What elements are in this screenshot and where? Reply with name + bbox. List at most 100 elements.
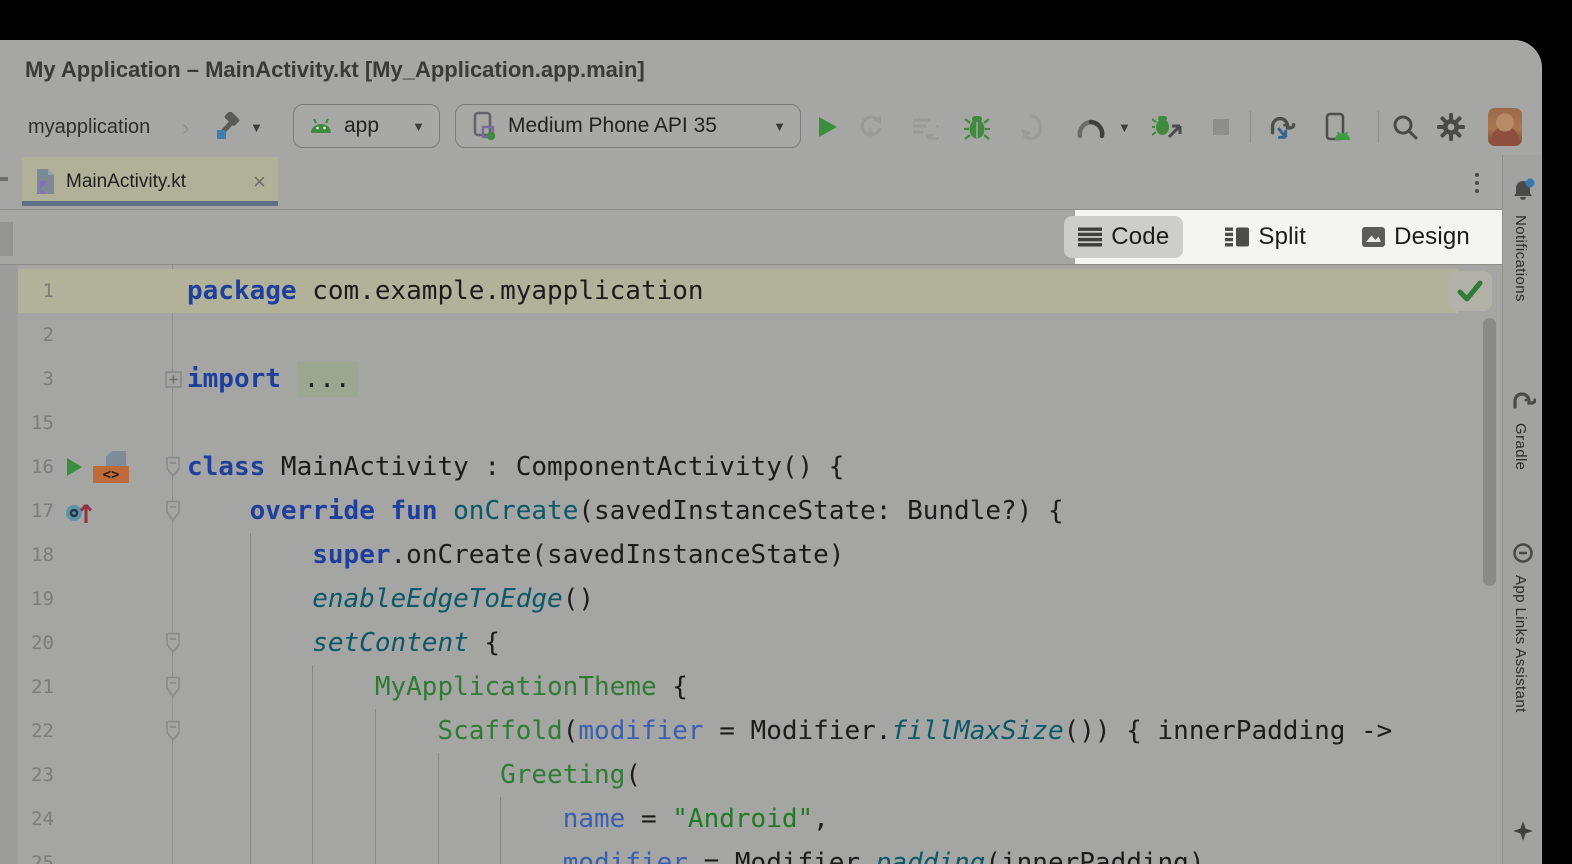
module-caret-icon: ▼ (412, 119, 425, 134)
fold-collapse-icon[interactable] (164, 499, 182, 523)
mode-code-button[interactable]: Code (1064, 216, 1183, 258)
code-editor[interactable]: 1 package com.example.myapplication 23 impo… (0, 264, 1502, 864)
settings-gear-icon[interactable] (1436, 112, 1466, 142)
code-text[interactable]: super.onCreate(savedInstanceState) (187, 533, 844, 577)
notifications-button[interactable] (1510, 177, 1536, 203)
stripe-label-notifications[interactable]: Notifications (1512, 215, 1529, 302)
code-text[interactable]: modifier = Modifier.padding(innerPadding… (187, 841, 1205, 864)
code-view-icon (1078, 227, 1102, 247)
profiler-caret-icon[interactable]: ▼ (1118, 100, 1131, 155)
code-line-20[interactable]: 20 setContent { (0, 621, 1502, 665)
device-phone-icon (470, 111, 498, 141)
mode-design-button[interactable]: Design (1348, 216, 1484, 258)
sync-gradle-icon[interactable] (1266, 112, 1296, 142)
code-text[interactable]: class MainActivity : ComponentActivity()… (187, 445, 844, 489)
title-bar: My Application – MainActivity.kt [My_App… (0, 40, 1542, 100)
fold-expand-icon[interactable] (165, 371, 182, 388)
inspections-ok-widget[interactable] (1448, 271, 1492, 311)
code-line-24[interactable]: 24 name = "Android", (0, 797, 1502, 841)
search-icon[interactable] (1390, 112, 1420, 142)
editor-toolbar: Code Split Design (0, 210, 1502, 264)
line-number[interactable]: 19 (20, 577, 54, 621)
fold-marker[interactable] (160, 621, 186, 665)
line-number[interactable]: 17 (20, 489, 54, 533)
fold-collapse-icon[interactable] (164, 455, 182, 479)
fold-collapse-icon[interactable] (164, 631, 182, 655)
line-number[interactable]: 24 (20, 797, 54, 841)
line-number[interactable]: 23 (20, 753, 54, 797)
code-line-25[interactable]: 25 modifier = Modifier.padding(innerPadd… (0, 841, 1502, 864)
code-line-22[interactable]: 22 Scaffold(modifier = Modifier.fillMaxS… (0, 709, 1502, 753)
code-lines: 1 package com.example.myapplication 23 impo… (0, 269, 1502, 864)
compose-preview-icon[interactable]: <> (93, 451, 129, 483)
code-text[interactable]: override fun onCreate(savedInstanceState… (187, 489, 1064, 533)
line-number[interactable]: 22 (20, 709, 54, 753)
line-number[interactable]: 21 (20, 665, 54, 709)
gradle-button[interactable] (1510, 387, 1536, 413)
fold-marker[interactable] (160, 709, 186, 753)
fold-collapse-icon[interactable] (164, 719, 182, 743)
device-selector[interactable]: Medium Phone API 35 ▼ (455, 104, 801, 148)
fold-marker[interactable] (160, 445, 186, 489)
code-line-23[interactable]: 23 Greeting( (0, 753, 1502, 797)
stripe-label-gradle[interactable]: Gradle (1512, 423, 1529, 470)
line-number[interactable]: 3 (20, 357, 54, 401)
line-number[interactable]: 20 (20, 621, 54, 665)
attach-debugger-icon[interactable] (1016, 112, 1046, 142)
fold-collapse-icon[interactable] (164, 675, 182, 699)
code-text[interactable]: Greeting( (187, 753, 641, 797)
code-text[interactable]: Scaffold(modifier = Modifier.fillMaxSize… (187, 709, 1392, 753)
device-manager-icon[interactable] (1322, 112, 1352, 142)
code-line-21[interactable]: 21 MyApplicationTheme { (0, 665, 1502, 709)
link-icon (1511, 541, 1535, 565)
line-number[interactable]: 16 (20, 445, 54, 489)
line-number[interactable]: 25 (20, 841, 54, 864)
mode-split-button[interactable]: Split (1211, 216, 1320, 258)
svg-text:A: A (866, 125, 875, 139)
breadcrumb[interactable]: myapplication (28, 100, 150, 155)
tab-mainactivity[interactable]: MainActivity.kt × (22, 157, 278, 206)
fold-marker[interactable] (160, 357, 186, 401)
code-line-17[interactable]: 17 override fun onCreate(savedInstanceSt… (0, 489, 1502, 533)
profiler-icon[interactable] (1076, 112, 1106, 142)
code-text[interactable]: import ... (187, 357, 358, 401)
code-line-3[interactable]: 3 import ... (0, 357, 1502, 401)
apply-changes-restart-icon[interactable]: A (856, 112, 886, 142)
app-links-assistant-button[interactable] (1510, 540, 1536, 566)
code-line-19[interactable]: 19 enableEdgeToEdge() (0, 577, 1502, 621)
fold-marker[interactable] (160, 665, 186, 709)
code-text[interactable]: package com.example.myapplication (187, 269, 704, 313)
line-number[interactable]: 1 (20, 269, 54, 313)
gemini-button[interactable] (1510, 818, 1536, 844)
line-number[interactable]: 15 (20, 401, 54, 445)
tab-close-icon[interactable]: × (253, 172, 266, 192)
code-text[interactable]: MyApplicationTheme { (187, 665, 688, 709)
line-number[interactable]: 18 (20, 533, 54, 577)
code-text[interactable]: enableEdgeToEdge() (187, 577, 594, 621)
code-text[interactable]: name = "Android", (187, 797, 829, 841)
code-line-18[interactable]: 18 super.onCreate(savedInstanceState) (0, 533, 1502, 577)
debug-button[interactable] (962, 112, 992, 142)
editor-scrollbar-thumb[interactable] (1483, 318, 1496, 586)
code-line-15[interactable]: 15 (0, 401, 1502, 445)
code-line-1[interactable]: 1 package com.example.myapplication (0, 269, 1502, 313)
stripe-label-app-links[interactable]: App Links Assistant (1512, 575, 1529, 713)
line-number[interactable]: 2 (20, 313, 54, 357)
user-avatar[interactable] (1488, 108, 1522, 146)
tab-options-kebab-icon[interactable] (1466, 167, 1488, 199)
apply-code-changes-icon[interactable] (910, 112, 940, 142)
stop-button[interactable] (1206, 112, 1236, 142)
right-tool-stripe: Notifications Gradle App Links Assistant (1502, 155, 1542, 864)
run-class-icon[interactable] (64, 456, 84, 478)
code-line-16[interactable]: 16 <> class MainActivity : ComponentActivi… (0, 445, 1502, 489)
fold-marker[interactable] (160, 489, 186, 533)
code-text[interactable]: setContent { (187, 621, 500, 665)
overrides-method-icon[interactable] (64, 497, 94, 525)
code-line-2[interactable]: 2 (0, 313, 1502, 357)
split-view-icon (1225, 227, 1249, 247)
profile-debuggable-icon[interactable] (1152, 112, 1182, 142)
module-selector[interactable]: app ▼ (293, 104, 440, 148)
run-button[interactable] (812, 112, 842, 142)
build-dropdown-caret-icon[interactable]: ▼ (250, 100, 263, 155)
build-hammer-icon[interactable] (212, 112, 242, 142)
